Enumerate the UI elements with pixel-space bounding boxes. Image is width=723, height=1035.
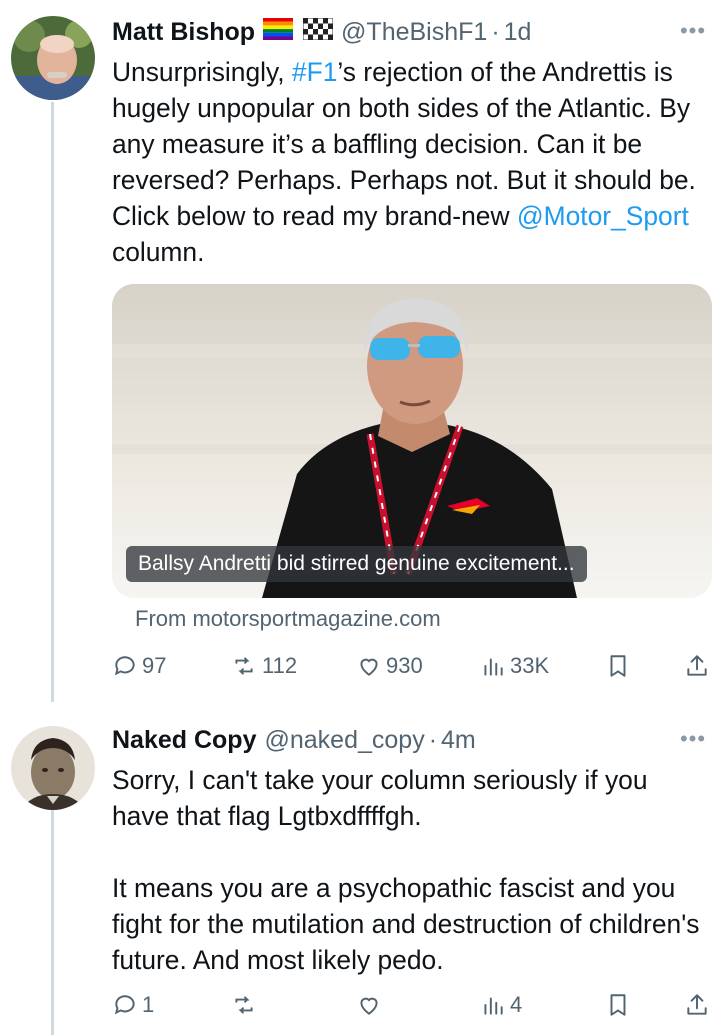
reply-icon [114,995,135,1015]
retweet-icon [235,657,253,675]
more-icon[interactable]: ••• [675,16,711,46]
views-count: 4 [510,992,523,1017]
tweet-paragraph: It means you are a psychopathic fascist … [112,873,700,975]
share-button[interactable] [684,985,710,1025]
tweet-text: Unsurprisingly, #F1’s rejection of the A… [112,54,711,270]
retweet-button[interactable] [230,985,262,1025]
checkered-flag-icon [302,17,334,47]
retweet-icon [235,996,253,1014]
bookmark-icon [610,655,626,677]
share-button[interactable] [684,646,710,686]
tweet-text: Sorry, I can't take your column seriousl… [112,762,711,978]
views-icon [484,658,503,676]
hashtag-link[interactable]: #F1 [292,57,337,87]
card-caption: Ballsy Andretti bid stirred genuine exci… [126,546,587,582]
views-count: 33K [510,653,550,678]
retweet-button[interactable]: 112 [230,646,297,686]
reply-count: 97 [142,653,167,678]
bookmark-icon [610,994,626,1016]
tweet-text-part: column. [112,237,205,267]
more-icon[interactable]: ••• [675,724,711,754]
reply-icon [114,656,135,676]
rainbow-flag-icon [263,17,294,47]
views-button[interactable]: 33K [480,646,549,686]
retweet-count: 112 [262,653,298,678]
heart-icon [360,997,378,1015]
timestamp[interactable]: 1d [504,18,532,47]
author-handle[interactable]: @naked_copy [264,726,424,755]
views-button[interactable]: 4 [480,985,522,1025]
tweet-text-part: Unsurprisingly, [112,57,292,87]
views-icon [484,997,503,1015]
like-button[interactable]: 930 [356,646,423,686]
author-handle[interactable]: @TheBishF1 [341,18,487,47]
author-name[interactable]: Matt Bishop [112,18,255,47]
share-icon [687,994,707,1015]
link-card[interactable]: Ballsy Andretti bid stirred genuine exci… [112,284,712,598]
card-source[interactable]: From motorsportmagazine.com [135,606,441,632]
tweet-actions: 97 112 930 33K [0,646,723,686]
bookmark-button[interactable] [605,646,631,686]
share-icon [687,655,707,676]
avatar[interactable] [11,726,95,810]
like-count: 930 [386,653,423,678]
reply-button[interactable]: 97 [112,646,166,686]
tweet-actions: 1 4 [0,985,723,1025]
mention-link[interactable]: @Motor_Sport [517,201,689,231]
tweet-paragraph: Sorry, I can't take your column seriousl… [112,765,648,831]
reply-count: 1 [142,992,155,1017]
avatar[interactable] [11,16,95,100]
like-button[interactable] [356,985,386,1025]
bookmark-button[interactable] [605,985,631,1025]
heart-icon [360,658,378,676]
separator: · [428,725,438,754]
thread-line [51,102,54,702]
timestamp[interactable]: 4m [441,726,476,755]
reply-button[interactable]: 1 [112,985,154,1025]
separator: · [491,17,500,46]
author-name[interactable]: Naked Copy [112,726,256,755]
